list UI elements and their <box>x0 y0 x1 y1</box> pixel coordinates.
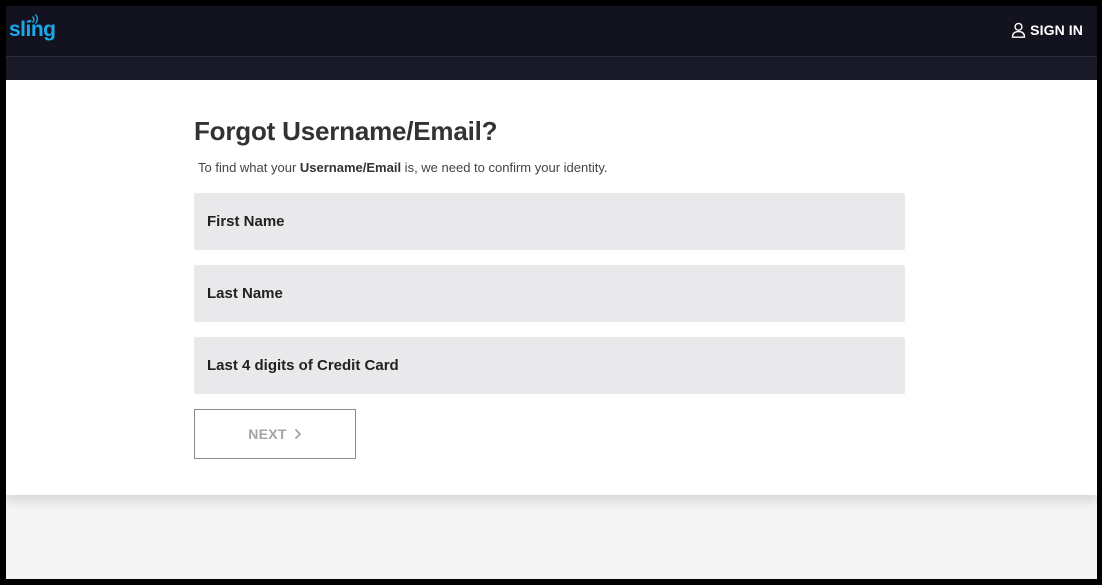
user-outline-icon <box>1011 22 1026 38</box>
subtitle-text-start: To find what your <box>198 160 300 175</box>
sign-in-label: SIGN IN <box>1030 22 1083 38</box>
subtitle-emphasis: Username/Email <box>299 160 402 175</box>
page-subtitle: To find what your Username/Email is, we … <box>198 160 607 175</box>
browser-viewport: sling SIGN IN Forgot Username/Email? To … <box>6 6 1097 579</box>
subtitle-text-end: is, we need to confirm your identity. <box>401 160 608 175</box>
chevron-right-icon <box>294 429 301 439</box>
first-name-input[interactable] <box>194 193 905 250</box>
top-navigation-bar: sling SIGN IN <box>6 6 1097 57</box>
next-button[interactable]: NEXT <box>194 409 356 459</box>
page-title: Forgot Username/Email? <box>194 116 498 146</box>
next-button-label: NEXT <box>248 426 287 442</box>
secondary-nav-bar <box>6 57 1097 80</box>
sign-in-link[interactable]: SIGN IN <box>1011 19 1083 41</box>
forgot-username-card: Forgot Username/Email? To find what your… <box>6 80 1097 495</box>
credit-card-last4-input[interactable] <box>194 337 905 394</box>
last-name-input[interactable] <box>194 265 905 322</box>
logo-wordmark: sling <box>9 18 56 41</box>
sling-logo[interactable]: sling <box>9 14 56 44</box>
